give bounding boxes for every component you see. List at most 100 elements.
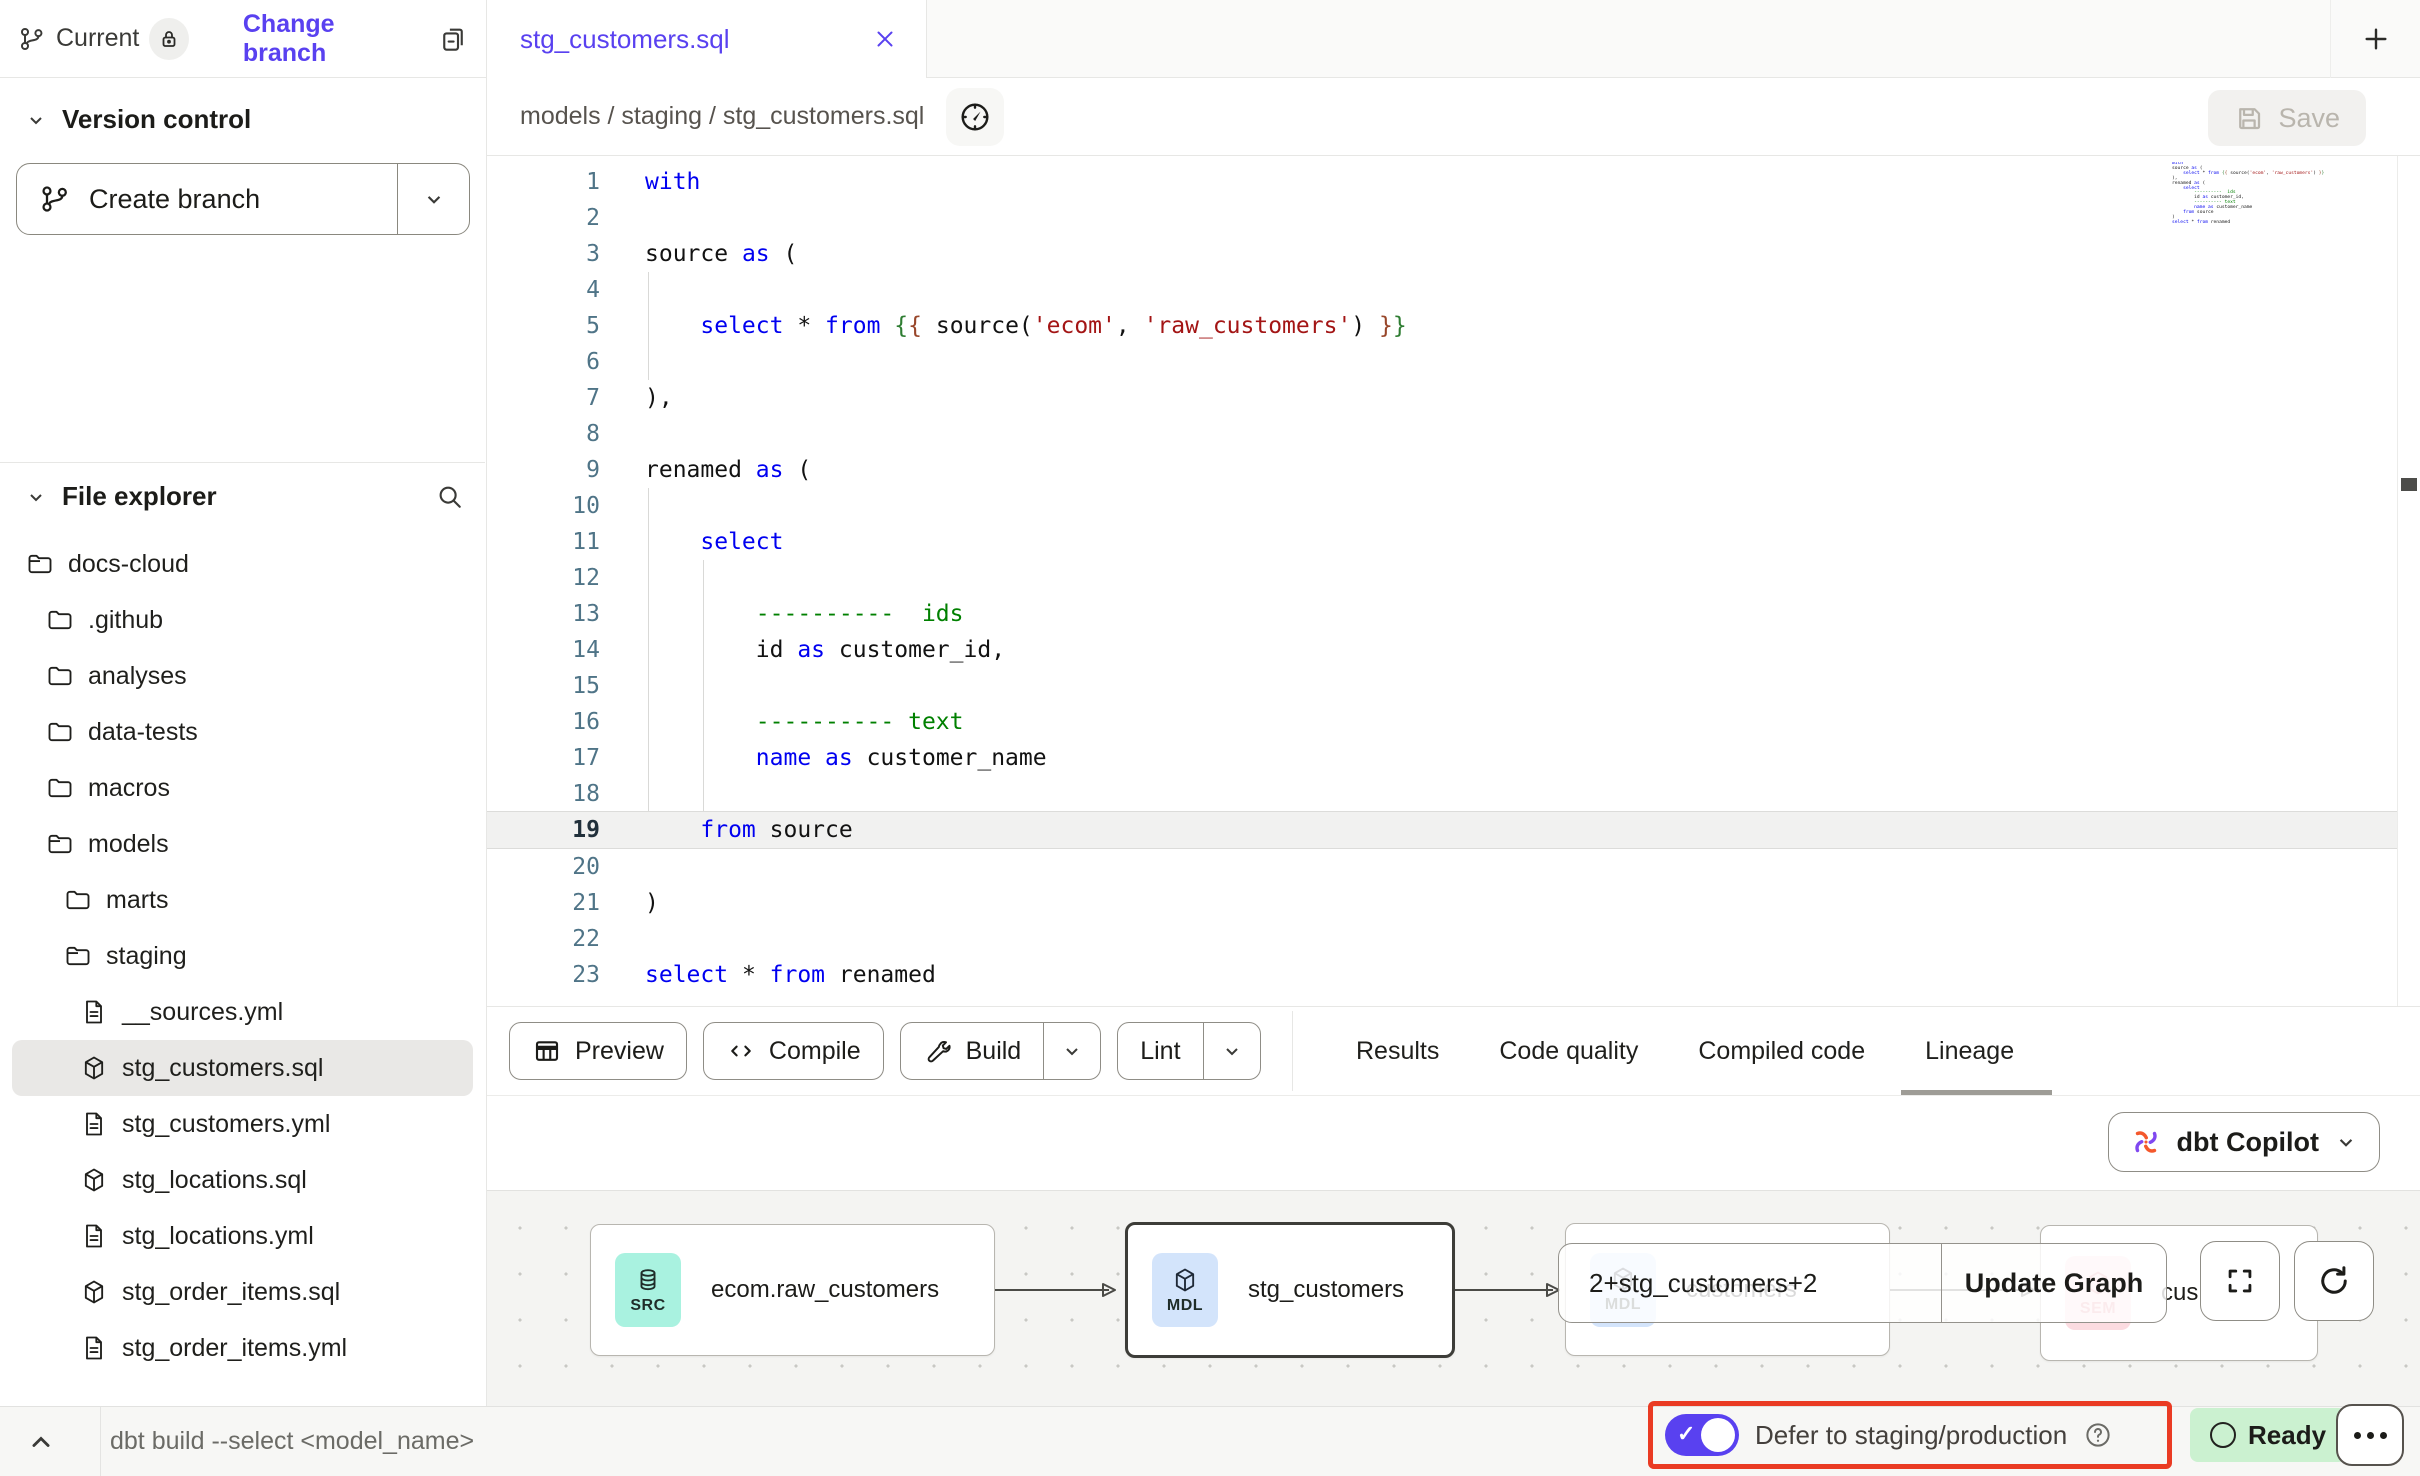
- code-line-8[interactable]: 8: [487, 416, 2397, 452]
- minimap[interactable]: withsource as ( select * from {{ source(…: [2172, 162, 2384, 226]
- tree-item-stg-customers-sql[interactable]: stg_customers.sql: [12, 1040, 473, 1096]
- code-line-12[interactable]: 12: [487, 560, 2397, 596]
- lineage-node-source[interactable]: SRC ecom.raw_customers: [590, 1224, 995, 1356]
- lineage-canvas[interactable]: SRC ecom.raw_customers MDL stg_customers: [487, 1190, 2420, 1406]
- build-button[interactable]: Build: [900, 1022, 1102, 1080]
- indent-guide: [648, 776, 649, 812]
- refresh-button[interactable]: [2294, 1241, 2374, 1321]
- tree-item--github[interactable]: .github: [12, 592, 473, 648]
- tab-compiled-code[interactable]: Compiled code: [1698, 1007, 1865, 1095]
- code-line-22[interactable]: 22: [487, 921, 2397, 957]
- lineage-selector-input[interactable]: 2+stg_customers+2: [1559, 1244, 1941, 1322]
- code-line-19[interactable]: 19 from source: [487, 811, 2397, 849]
- code-line-14[interactable]: 14 id as customer_id,: [487, 632, 2397, 668]
- tree-item-data-tests[interactable]: data-tests: [12, 704, 473, 760]
- tree-item-staging[interactable]: staging: [12, 928, 473, 984]
- tree-item-stg-order-items-yml[interactable]: stg_order_items.yml: [12, 1320, 473, 1376]
- chevron-down-icon[interactable]: [24, 485, 48, 509]
- tree-item-stg-customers-yml[interactable]: stg_customers.yml: [12, 1096, 473, 1152]
- node-label: stg_customers: [1248, 1276, 1404, 1304]
- tab-lineage[interactable]: Lineage: [1925, 1007, 2014, 1095]
- lock-icon: [157, 27, 181, 51]
- collapse-panel-button[interactable]: [24, 1425, 58, 1459]
- code-editor[interactable]: 1with23source as (45 select * from {{ so…: [487, 156, 2420, 1006]
- create-branch-button[interactable]: Create branch: [16, 163, 470, 235]
- line-number: 21: [487, 885, 600, 921]
- tree-item-label: models: [88, 830, 169, 859]
- code-line-5[interactable]: 5 select * from {{ source('ecom', 'raw_c…: [487, 308, 2397, 344]
- doc-icon: [80, 1110, 108, 1138]
- tree-item-docs-cloud[interactable]: docs-cloud: [12, 536, 473, 592]
- tree-item-stg-order-items-sql[interactable]: stg_order_items.sql: [12, 1264, 473, 1320]
- file-explorer-section: File explorer docs-cloud.githubanalysesd…: [0, 462, 485, 1376]
- code-line-11[interactable]: 11 select: [487, 524, 2397, 560]
- command-input[interactable]: dbt build --select <model_name>: [110, 1407, 474, 1476]
- copy-branch-icon[interactable]: [438, 24, 468, 54]
- tree-item-label: staging: [106, 942, 187, 971]
- editor-scrollbar[interactable]: [2397, 156, 2420, 1006]
- help-icon[interactable]: [2083, 1420, 2113, 1450]
- model-icon: [80, 1166, 108, 1194]
- change-branch-link[interactable]: Change branch: [243, 10, 414, 68]
- tab-results[interactable]: Results: [1356, 1007, 1439, 1095]
- tree-item-macros[interactable]: macros: [12, 760, 473, 816]
- code-line-2[interactable]: 2: [487, 200, 2397, 236]
- line-number: 13: [487, 596, 600, 632]
- code-line-6[interactable]: 6: [487, 344, 2397, 380]
- fullscreen-button[interactable]: [2200, 1241, 2280, 1321]
- doc-icon: [80, 1334, 108, 1362]
- code-line-9[interactable]: 9renamed as (: [487, 452, 2397, 488]
- results-tab-bar: Results Code quality Compiled code Lineage: [1356, 1007, 2014, 1095]
- update-graph-button[interactable]: Update Graph: [1941, 1244, 2166, 1322]
- code-line-15[interactable]: 15: [487, 668, 2397, 704]
- tab-stg-customers-sql[interactable]: stg_customers.sql: [487, 0, 927, 78]
- code-line-3[interactable]: 3source as (: [487, 236, 2397, 272]
- search-icon[interactable]: [435, 482, 465, 512]
- statusbar-divider: [100, 1407, 101, 1476]
- chevron-down-icon: [1220, 1039, 1244, 1063]
- branch-readonly-chip: [149, 18, 189, 60]
- tree-item-label: macros: [88, 774, 170, 803]
- preview-button[interactable]: Preview: [509, 1022, 687, 1080]
- tree-item--sources-yml[interactable]: __sources.yml: [12, 984, 473, 1040]
- tree-item-models[interactable]: models: [12, 816, 473, 872]
- chevron-down-icon[interactable]: [24, 108, 48, 132]
- code-line-17[interactable]: 17 name as customer_name: [487, 740, 2397, 776]
- new-tab-button[interactable]: [2330, 0, 2420, 78]
- dbt-copilot-button[interactable]: dbt Copilot: [2108, 1112, 2380, 1172]
- code-line-21[interactable]: 21): [487, 885, 2397, 921]
- close-icon[interactable]: [872, 26, 898, 52]
- compile-button[interactable]: Compile: [703, 1022, 884, 1080]
- code-line-13[interactable]: 13 ---------- ids: [487, 596, 2397, 632]
- code-line-18[interactable]: 18: [487, 776, 2397, 812]
- tree-item-analyses[interactable]: analyses: [12, 648, 473, 704]
- code-line-10[interactable]: 10: [487, 488, 2397, 524]
- code-line-4[interactable]: 4: [487, 272, 2397, 308]
- code-line-7[interactable]: 7),: [487, 380, 2397, 416]
- defer-toggle[interactable]: ✓: [1665, 1414, 1739, 1456]
- code-line-16[interactable]: 16 ---------- text: [487, 704, 2397, 740]
- tree-item-stg-locations-sql[interactable]: stg_locations.sql: [12, 1152, 473, 1208]
- tab-code-quality[interactable]: Code quality: [1499, 1007, 1638, 1095]
- tree-item-stg-locations-yml[interactable]: stg_locations.yml: [12, 1208, 473, 1264]
- code-lines[interactable]: 1with23source as (45 select * from {{ so…: [487, 164, 2397, 993]
- lint-dropdown[interactable]: [1203, 1023, 1260, 1079]
- lineage-node-stg-customers[interactable]: MDL stg_customers: [1125, 1222, 1455, 1358]
- code-line-20[interactable]: 20: [487, 849, 2397, 885]
- check-icon: ✓: [1677, 1421, 1695, 1447]
- build-dropdown[interactable]: [1043, 1023, 1100, 1079]
- line-number: 12: [487, 560, 600, 596]
- code-line-23[interactable]: 23select * from renamed: [487, 957, 2397, 993]
- plus-icon: [2360, 23, 2392, 55]
- explore-gauge-icon[interactable]: [946, 88, 1004, 146]
- lint-button[interactable]: Lint: [1117, 1022, 1260, 1080]
- code-line-1[interactable]: 1with: [487, 164, 2397, 200]
- save-button[interactable]: Save: [2208, 90, 2366, 146]
- indent-guide: [648, 488, 649, 524]
- more-options-button[interactable]: [2336, 1404, 2404, 1466]
- git-branch-icon: [18, 25, 46, 53]
- defer-toggle-label: Defer to staging/production: [1755, 1420, 2067, 1451]
- scrollbar-thumb[interactable]: [2401, 478, 2417, 491]
- tree-item-marts[interactable]: marts: [12, 872, 473, 928]
- create-branch-dropdown[interactable]: [397, 164, 469, 234]
